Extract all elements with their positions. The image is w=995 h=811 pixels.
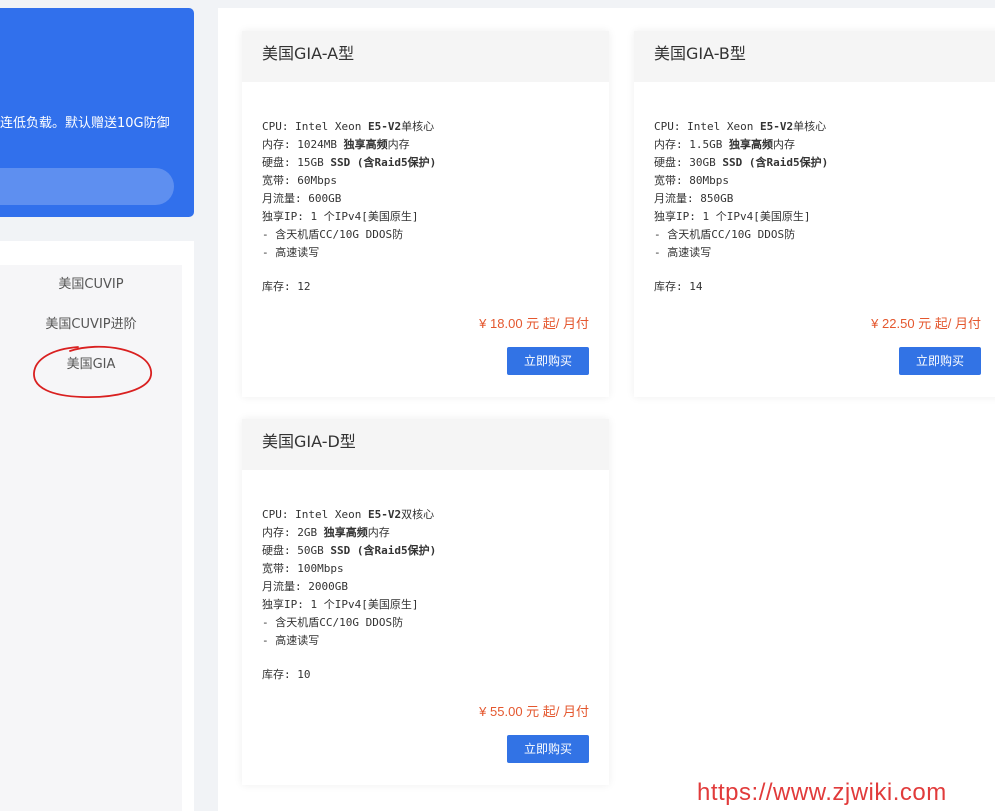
- spec-feature-ddos: - 含天机盾CC/10G DDOS防: [262, 616, 404, 629]
- product-specs: CPU: Intel Xeon E5-V2单核心 内存: 1024MB 独享高频…: [242, 82, 609, 296]
- spec-cpu: CPU: Intel Xeon E5-V2双核心: [262, 508, 435, 521]
- promo-search-bar[interactable]: [0, 168, 174, 205]
- spec-disk: 硬盘: 15GB SSD (含Raid5保护): [262, 156, 437, 169]
- spec-memory: 内存: 2GB 独享高频内存: [262, 526, 390, 539]
- spec-bandwidth: 宽带: 60Mbps: [262, 174, 337, 187]
- product-title: 美国GIA-D型: [242, 419, 609, 470]
- spec-traffic: 月流量: 850GB: [654, 192, 734, 205]
- spec-ip: 独享IP: 1 个IPv4[美国原生]: [262, 210, 419, 223]
- stock-count: 库存: 14: [654, 280, 703, 293]
- stock-count: 库存: 10: [262, 668, 311, 681]
- page: 连低负载。默认赠送10G防御 美国CUVIP 美国CUVIP进阶 美国GIA 美…: [0, 0, 995, 811]
- product-card-gia-a: 美国GIA-A型 CPU: Intel Xeon E5-V2单核心 内存: 10…: [242, 31, 609, 397]
- product-card-gia-d: 美国GIA-D型 CPU: Intel Xeon E5-V2双核心 内存: 2G…: [242, 419, 609, 785]
- promo-text: 连低负载。默认赠送10G防御: [0, 116, 170, 131]
- product-panel: 美国GIA-A型 CPU: Intel Xeon E5-V2单核心 内存: 10…: [218, 8, 995, 811]
- category-item-gia[interactable]: 美国GIA: [0, 345, 182, 385]
- category-nav: 美国CUVIP 美国CUVIP进阶 美国GIA: [0, 265, 182, 811]
- spec-traffic: 月流量: 2000GB: [262, 580, 348, 593]
- spec-cpu: CPU: Intel Xeon E5-V2单核心: [654, 120, 827, 133]
- spec-bandwidth: 宽带: 80Mbps: [654, 174, 729, 187]
- spec-disk: 硬盘: 50GB SSD (含Raid5保护): [262, 544, 437, 557]
- spec-feature-speed: - 高速读写: [262, 246, 320, 259]
- spec-feature-speed: - 高速读写: [654, 246, 712, 259]
- buy-button[interactable]: 立即购买: [507, 347, 589, 375]
- spec-memory: 内存: 1.5GB 独享高频内存: [654, 138, 795, 151]
- product-title: 美国GIA-A型: [242, 31, 609, 82]
- spec-bandwidth: 宽带: 100Mbps: [262, 562, 344, 575]
- product-title: 美国GIA-B型: [634, 31, 995, 82]
- product-price: ¥ 55.00 元 起/ 月付: [479, 704, 589, 719]
- spec-ip: 独享IP: 1 个IPv4[美国原生]: [262, 598, 419, 611]
- spec-feature-ddos: - 含天机盾CC/10G DDOS防: [262, 228, 404, 241]
- spec-traffic: 月流量: 600GB: [262, 192, 342, 205]
- category-item-cuvip-advanced[interactable]: 美国CUVIP进阶: [0, 305, 182, 345]
- stock-count: 库存: 12: [262, 280, 311, 293]
- buy-button[interactable]: 立即购买: [899, 347, 981, 375]
- spec-feature-speed: - 高速读写: [262, 634, 320, 647]
- category-item-cuvip[interactable]: 美国CUVIP: [0, 265, 182, 305]
- spec-feature-ddos: - 含天机盾CC/10G DDOS防: [654, 228, 796, 241]
- site-watermark: https://www.zjwiki.com: [697, 779, 947, 806]
- spec-disk: 硬盘: 30GB SSD (含Raid5保护): [654, 156, 829, 169]
- buy-button[interactable]: 立即购买: [507, 735, 589, 763]
- product-card-gia-b: 美国GIA-B型 CPU: Intel Xeon E5-V2单核心 内存: 1.…: [634, 31, 995, 397]
- spec-ip: 独享IP: 1 个IPv4[美国原生]: [654, 210, 811, 223]
- product-price: ¥ 22.50 元 起/ 月付: [871, 316, 981, 331]
- product-specs: CPU: Intel Xeon E5-V2单核心 内存: 1.5GB 独享高频内…: [634, 82, 995, 296]
- product-price: ¥ 18.00 元 起/ 月付: [479, 316, 589, 331]
- spec-cpu: CPU: Intel Xeon E5-V2单核心: [262, 120, 435, 133]
- promo-banner: 连低负载。默认赠送10G防御: [0, 8, 194, 217]
- product-specs: CPU: Intel Xeon E5-V2双核心 内存: 2GB 独享高频内存 …: [242, 470, 609, 684]
- category-panel: 美国CUVIP 美国CUVIP进阶 美国GIA: [0, 241, 194, 811]
- spec-memory: 内存: 1024MB 独享高频内存: [262, 138, 410, 151]
